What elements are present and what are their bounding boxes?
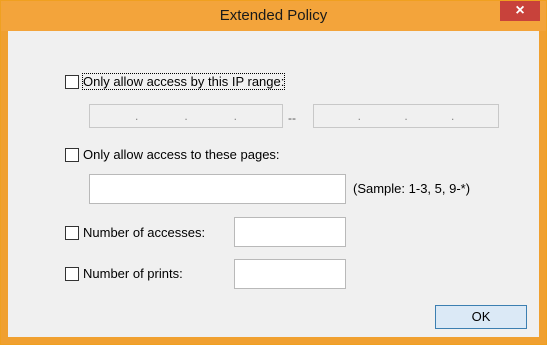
dialog-body: Only allow access by this IP range: . . … (8, 31, 539, 337)
ip-end-dot-2: . (404, 109, 408, 123)
pages-checkbox[interactable] (65, 147, 79, 162)
accesses-checkbox[interactable] (65, 225, 79, 240)
ip-start-dot-2: . (184, 109, 188, 123)
prints-option[interactable]: Number of prints: (65, 266, 183, 281)
ip-range-option[interactable]: Only allow access by this IP range: (65, 73, 286, 90)
ip-range-label: Only allow access by this IP range: (81, 73, 286, 90)
ip-start-dot-1: . (134, 109, 139, 123)
title-bar[interactable]: Extended Policy × (1, 1, 546, 31)
pages-option[interactable]: Only allow access to these pages: (65, 147, 280, 162)
ip-end-dot-1: . (357, 109, 361, 123)
ip-range-separator: -- (288, 111, 296, 125)
prints-checkbox[interactable] (65, 266, 79, 281)
ok-button[interactable]: OK (435, 305, 527, 329)
ip-start-dot-3: . (233, 109, 237, 123)
prints-label: Number of prints: (83, 266, 183, 281)
prints-input[interactable] (234, 259, 346, 289)
close-button[interactable]: × (500, 1, 540, 21)
accesses-option[interactable]: Number of accesses: (65, 225, 205, 240)
dialog-title: Extended Policy (219, 7, 328, 24)
ip-end-field[interactable]: . . . (313, 104, 499, 128)
extended-policy-dialog: Extended Policy × Only allow access by t… (0, 0, 547, 345)
accesses-input[interactable] (234, 217, 346, 247)
pages-sample-hint: (Sample: 1-3, 5, 9-*) (353, 181, 471, 196)
ip-start-field[interactable]: . . . (89, 104, 283, 128)
pages-input[interactable] (89, 174, 346, 204)
ip-end-dot-3: . (450, 109, 455, 123)
pages-label: Only allow access to these pages: (83, 147, 280, 162)
accesses-label: Number of accesses: (83, 225, 206, 240)
ip-range-checkbox[interactable] (65, 74, 79, 89)
close-icon: × (515, 2, 525, 19)
